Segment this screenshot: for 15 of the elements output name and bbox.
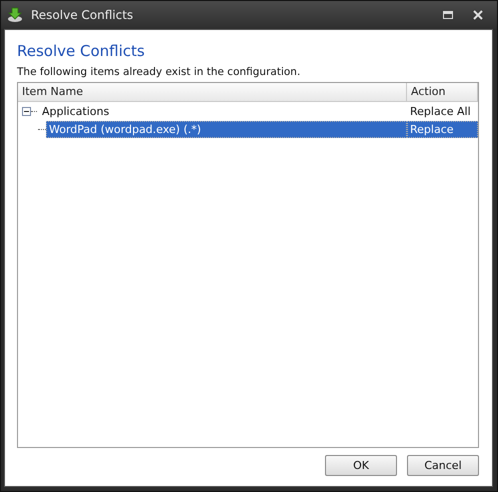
- tree-item[interactable]: WordPad (wordpad.exe) (.*): [46, 120, 407, 138]
- close-button[interactable]: [473, 10, 483, 20]
- maximize-button[interactable]: [443, 11, 453, 19]
- dialog-button[interactable]: OK: [325, 455, 397, 476]
- action-cell: Replace: [407, 120, 478, 138]
- action-cell-text: Replace All: [409, 104, 472, 120]
- download-arrow-icon: [7, 7, 23, 23]
- description-text: The following items already exist in the configuration.: [17, 66, 302, 78]
- column-header[interactable]: Action: [407, 83, 478, 101]
- window-title: Resolve Conflicts: [31, 8, 134, 22]
- dialog-heading: Resolve Conflicts: [17, 42, 146, 60]
- tree-item[interactable]: Applications: [39, 102, 407, 120]
- collapse-icon[interactable]: [22, 106, 31, 116]
- dialog-button[interactable]: Cancel: [407, 455, 479, 476]
- column-header[interactable]: Item Name: [18, 83, 407, 101]
